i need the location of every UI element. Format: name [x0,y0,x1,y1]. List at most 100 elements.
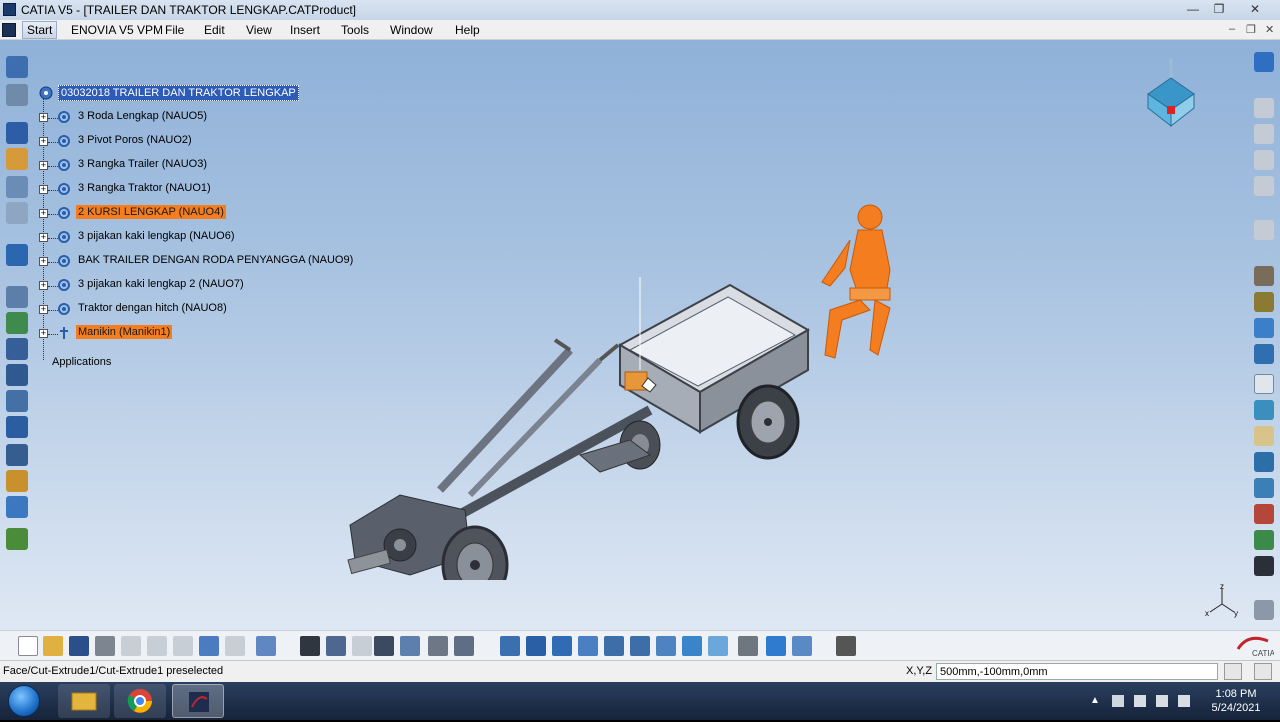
help-icon[interactable] [1254,374,1274,394]
tree-node-label[interactable]: 3 pijakan kaki lengkap 2 (NAUO7) [76,277,246,291]
tree-node-label[interactable]: BAK TRAILER DENGAN RODA PENYANGGA (NAUO9… [76,253,355,267]
whats-this-icon[interactable] [256,636,276,656]
formula-icon[interactable] [300,636,320,656]
tree-node-label[interactable]: 3 Rangka Trailer (NAUO3) [76,157,209,171]
iso-view-icon[interactable] [708,636,728,656]
tray-battery-icon[interactable] [1134,695,1146,707]
mdi-minimize-button[interactable]: – [1229,23,1235,35]
command-list-button[interactable] [1224,663,1242,680]
mdi-restore-button[interactable]: ❐ [1246,23,1256,36]
compass-icon[interactable] [1142,56,1200,130]
applications-node[interactable]: Applications [52,356,111,368]
expand-icon[interactable]: + [39,137,48,146]
tray-network-icon[interactable] [1112,695,1124,707]
tree-node-label[interactable]: 3 Roda Lengkap (NAUO5) [76,109,209,123]
fly-mode-icon[interactable] [500,636,520,656]
save-disk-icon[interactable] [1254,556,1274,576]
menu-start[interactable]: Start [22,21,58,39]
catalog-tool-icon[interactable] [6,148,28,170]
cube-tool-icon[interactable] [6,496,28,518]
tree-node-label[interactable]: 3 Pivot Poros (NAUO2) [76,133,194,147]
open-file-icon[interactable] [43,636,63,656]
hierarchy-tool-icon[interactable] [6,416,28,438]
tree-root-label[interactable]: 03032018 TRAILER DAN TRAKTOR LENGKAP [58,85,299,101]
expand-icon[interactable]: + [39,329,48,338]
menu-insert[interactable]: Insert [290,23,320,37]
open-folder-icon[interactable] [1254,530,1274,550]
measure-tool-icon[interactable] [6,176,28,198]
table-icon[interactable] [374,636,394,656]
copy-icon[interactable] [147,636,167,656]
grid-tool-icon[interactable] [6,444,28,466]
tray-volume-icon[interactable] [1178,695,1190,707]
constraint-tool-icon[interactable] [6,286,28,308]
filter-icon[interactable] [454,636,474,656]
tray-signal-icon[interactable] [1156,695,1168,707]
windows-start-orb-icon[interactable] [8,685,40,717]
new-file-icon[interactable] [18,636,38,656]
disabled-tool-icon[interactable] [1254,98,1274,118]
tray-arrow-icon[interactable]: ▲ [1090,695,1102,707]
expand-icon[interactable]: + [39,281,48,290]
cut-icon[interactable] [121,636,141,656]
panel-button[interactable] [1254,663,1272,680]
expand-icon[interactable]: + [39,113,48,122]
tree-node-label-highlighted[interactable]: Manikin (Manikin1) [76,325,173,339]
disabled-tool-icon[interactable] [1254,124,1274,144]
tree-node-label-highlighted[interactable]: 2 KURSI LENGKAP (NAUO4) [76,205,226,219]
expand-icon[interactable]: + [39,209,48,218]
plant-tool-icon[interactable] [6,528,28,550]
shading-icon[interactable] [738,636,758,656]
film-tool-icon[interactable] [6,338,28,360]
close-button[interactable]: ✕ [1243,1,1267,18]
catia-doc-icon[interactable] [2,23,16,37]
note-tool-icon[interactable] [1254,426,1274,446]
tractor-trailer-model[interactable] [330,160,910,580]
expand-icon[interactable]: + [39,233,48,242]
pan-icon[interactable] [552,636,572,656]
menu-window[interactable]: Window [390,23,433,37]
paste-icon[interactable] [173,636,193,656]
disabled-tool-icon[interactable] [1254,176,1274,196]
material-tool-icon[interactable] [6,470,28,492]
expand-icon[interactable]: + [39,305,48,314]
redo-icon[interactable] [225,636,245,656]
human-activity-icon[interactable] [1254,52,1274,72]
assembly-tool-icon[interactable] [6,312,28,334]
menu-help[interactable]: Help [455,23,480,37]
tree-node-label[interactable]: 3 pijakan kaki lengkap (NAUO6) [76,229,237,243]
lock-icon[interactable] [428,636,448,656]
settings-tool-icon[interactable] [1254,600,1274,620]
undo-icon[interactable] [199,636,219,656]
reach-tool-icon[interactable] [1254,400,1274,420]
menu-enovia[interactable]: ENOVIA V5 VPM [71,23,163,37]
mdi-close-button[interactable]: ✕ [1265,23,1274,36]
print-icon[interactable] [95,636,115,656]
expand-icon[interactable]: + [39,185,48,194]
3d-viewport[interactable]: 03032018 TRAILER DAN TRAKTOR LENGKAP + 3… [0,40,1280,630]
select-tool-icon[interactable] [6,364,28,386]
tree-node-label[interactable]: Traktor dengan hitch (NAUO8) [76,301,229,315]
table-tool-icon[interactable] [6,390,28,412]
tree-node-label[interactable]: 3 Rangka Traktor (NAUO1) [76,181,213,195]
save-icon[interactable] [69,636,89,656]
eye-icon[interactable] [1254,452,1274,472]
zoom-in-icon[interactable] [604,636,624,656]
fit-all-icon[interactable] [526,636,546,656]
cursor-tool-icon[interactable] [1254,220,1274,240]
spiral-tool-icon[interactable] [6,244,28,266]
manikin-tool-icon[interactable] [6,56,28,78]
catia-taskbar-icon[interactable] [172,684,224,718]
pencil-tool-icon[interactable] [6,202,28,224]
minimize-button[interactable]: — [1181,1,1205,18]
maximize-button[interactable]: ❐ [1207,1,1231,18]
bottle-tool-icon[interactable] [1254,292,1274,312]
hide-show-icon[interactable] [766,636,786,656]
tree-expand-icon[interactable] [400,636,420,656]
xyz-input[interactable] [936,663,1218,680]
expand-icon[interactable]: + [39,161,48,170]
chrome-browser-icon[interactable] [114,684,166,718]
menu-view[interactable]: View [246,23,272,37]
book-tool-icon[interactable] [1254,318,1274,338]
gear-tool-icon[interactable] [6,122,28,144]
